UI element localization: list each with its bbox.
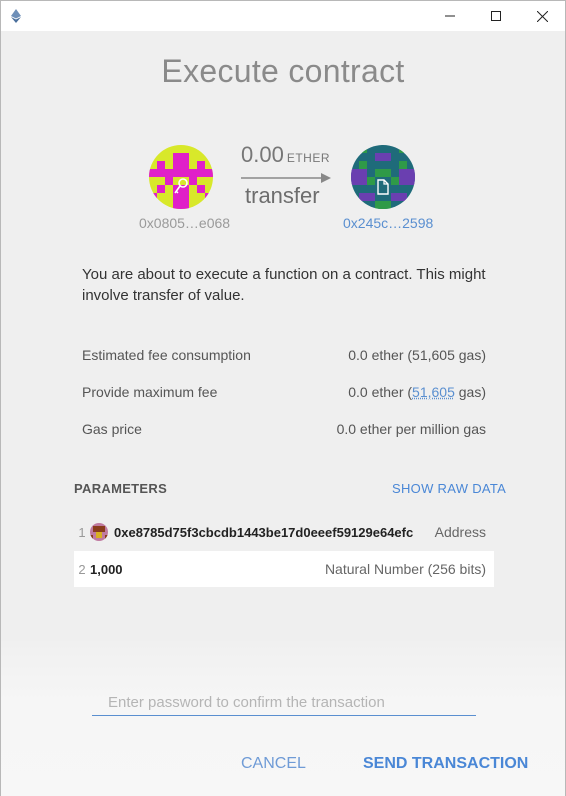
description-text: You are about to execute a function on a…	[82, 266, 486, 304]
fee-label: Provide maximum fee	[82, 384, 218, 400]
parameter-type: Address	[434, 524, 486, 540]
parameter-type: Natural Number (256 bits)	[324, 561, 486, 577]
send-transaction-button[interactable]: SEND TRANSACTION	[363, 755, 528, 773]
maximize-icon	[491, 11, 501, 21]
fee-label: Gas price	[82, 421, 142, 437]
parameters-heading: PARAMETERS	[74, 481, 168, 496]
parameter-value: 1,000	[90, 561, 123, 577]
contract-avatar	[351, 145, 415, 209]
fee-value: 0.0 ether (51,605 gas)	[348, 347, 486, 363]
document-icon	[377, 179, 389, 195]
minimize-button[interactable]	[427, 1, 473, 31]
show-raw-data-link[interactable]: SHOW RAW DATA	[392, 481, 506, 496]
address-avatar	[90, 523, 108, 541]
ethereum-icon	[11, 9, 21, 23]
parameter-value: 0xe8785d75f3cbcdb1443be17d0eeef59129e64e…	[114, 524, 414, 540]
parameter-row: 2 1,000 Natural Number (256 bits)	[74, 551, 494, 587]
close-button[interactable]	[519, 1, 565, 31]
close-icon	[536, 10, 548, 22]
password-input[interactable]	[92, 689, 476, 716]
parameter-index: 2	[78, 561, 86, 577]
key-icon	[174, 178, 188, 194]
sender-address: 0x0805…e068	[139, 215, 231, 231]
fee-row-gas-price: Gas price 0.0 ether per million gas	[82, 421, 486, 437]
contract-address-link[interactable]: 0x245c…2598	[343, 215, 433, 231]
parameter-index: 1	[78, 524, 86, 540]
page-title: Execute contract	[161, 53, 405, 89]
fee-value: 0.0 ether per million gas	[336, 421, 486, 437]
fee-row-maximum: Provide maximum fee 0.0 ether (51,605 ga…	[82, 384, 486, 400]
amount-unit: ETHER	[286, 151, 330, 165]
cancel-button[interactable]: CANCEL	[241, 755, 306, 773]
fee-value: 0.0 ether (51,605 gas)	[348, 384, 486, 400]
fee-row-estimated: Estimated fee consumption 0.0 ether (51,…	[82, 347, 486, 363]
fee-label: Estimated fee consumption	[82, 347, 251, 363]
maximize-button[interactable]	[473, 1, 519, 31]
transfer-action-label: transfer	[245, 183, 320, 208]
minimize-icon	[445, 15, 455, 17]
max-gas-link[interactable]: 51,605	[412, 384, 455, 400]
parameter-row: 1 0xe8785d75f3cbcdb1443be17d0eeef59129e6…	[74, 514, 494, 550]
transfer-amount: 0.00 ETHER	[241, 142, 330, 167]
window-titlebar	[1, 1, 565, 31]
